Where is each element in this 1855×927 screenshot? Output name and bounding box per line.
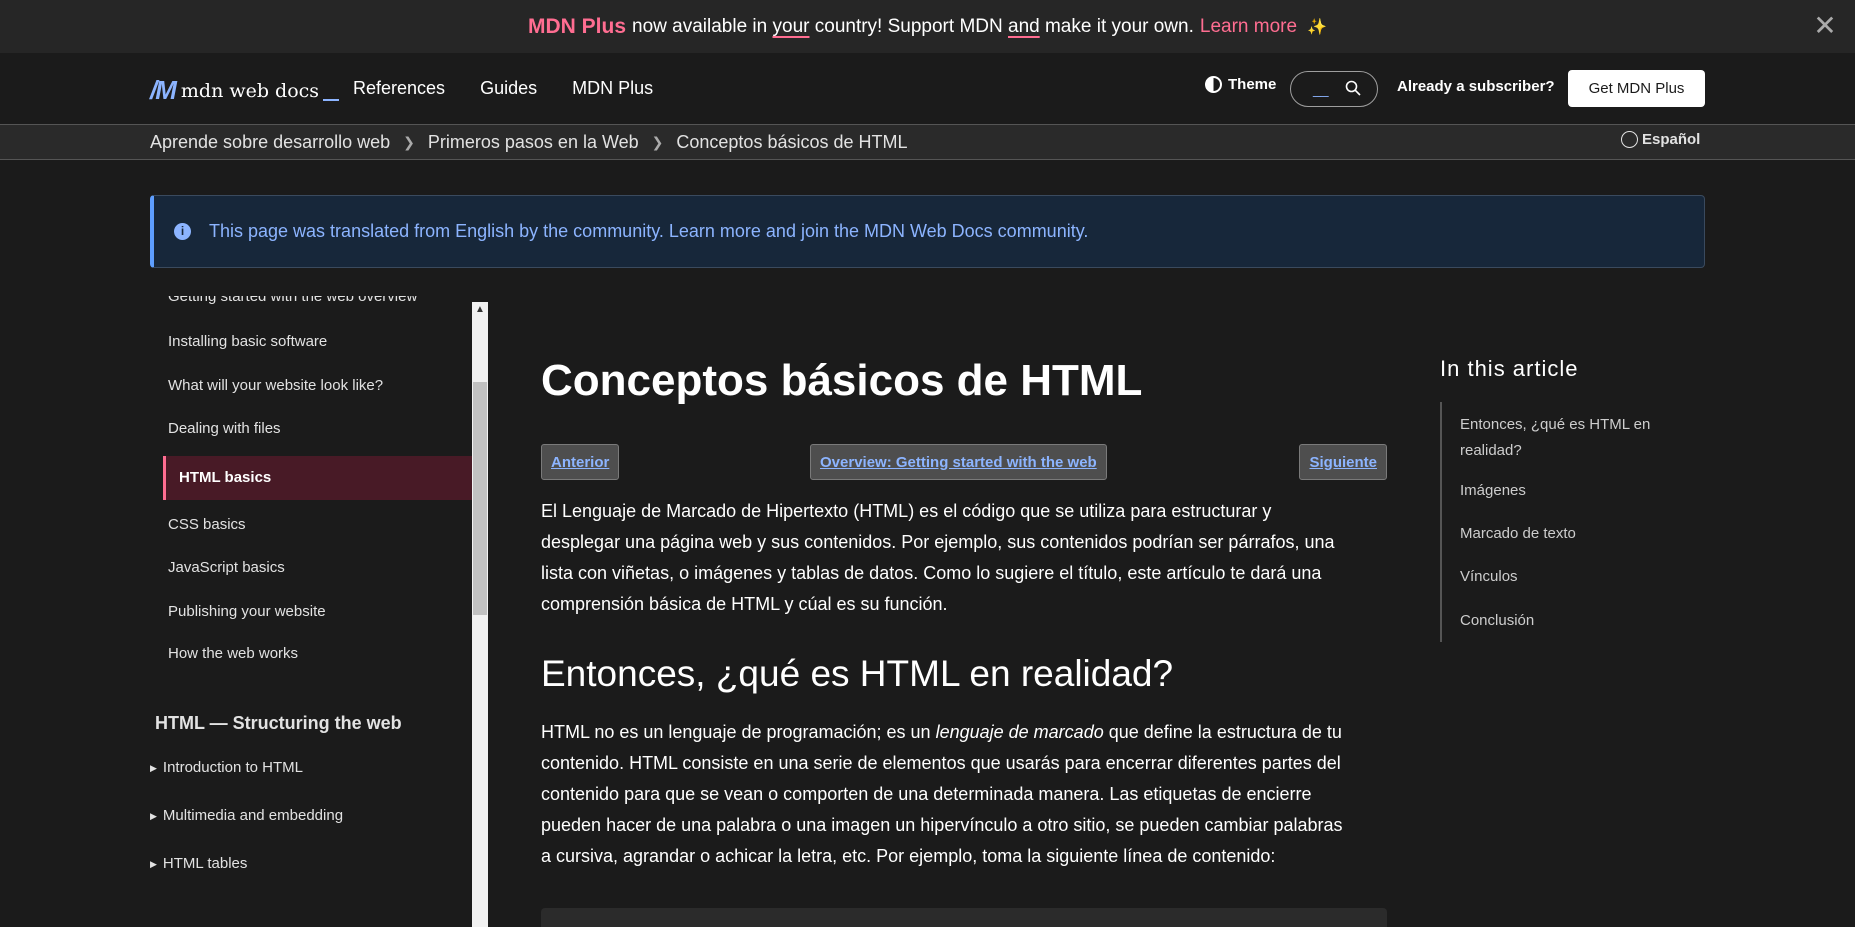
breadcrumb-item-current[interactable]: Conceptos básicos de HTML xyxy=(676,132,907,153)
sidebar-item[interactable]: CSS basics xyxy=(168,516,246,533)
overview-button[interactable]: Overview: Getting started with the web xyxy=(810,444,1107,480)
sidebar-expandable-item[interactable]: ▶ Multimedia and embedding xyxy=(150,807,343,824)
info-icon: i xyxy=(174,223,191,240)
sidebar-expandable-item[interactable]: ▶ Introduction to HTML xyxy=(150,759,303,776)
get-mdn-plus-button[interactable]: Get MDN Plus xyxy=(1568,70,1705,107)
chevron-right-icon: ❯ xyxy=(403,133,415,150)
sidebar-expandable-label: HTML tables xyxy=(162,855,248,872)
chevron-right-icon: ❯ xyxy=(651,133,664,150)
toc-item[interactable]: Conclusión xyxy=(1460,608,1690,634)
text-line: comprensión básica de HTML y cúal es su … xyxy=(541,594,948,614)
toc-item[interactable]: Vínculos xyxy=(1460,564,1690,590)
nav-guides[interactable]: Guides xyxy=(480,78,537,99)
banner-text-a: now available in xyxy=(632,15,768,37)
text-line: pueden hacer de una palabra o una imagen… xyxy=(541,815,1343,835)
sidebar-item-active-label: HTML basics xyxy=(179,469,272,486)
text-line: El Lenguaje de Marcado de Hipertexto (HT… xyxy=(541,501,1272,521)
text-line: contenido para que se vean o comporten d… xyxy=(541,784,1312,804)
banner-text-and: and xyxy=(1008,15,1040,37)
language-switcher[interactable]: Español xyxy=(1621,131,1700,148)
text-line: contenido. HTML consiste en una serie de… xyxy=(541,753,1341,773)
breadcrumb-item[interactable]: Primeros pasos en la Web xyxy=(428,132,639,153)
scroll-up-arrow-icon[interactable]: ▲ xyxy=(472,302,488,318)
sidebar-item[interactable]: JavaScript basics xyxy=(168,559,285,576)
main-nav: References Guides MDN Plus xyxy=(353,53,653,124)
banner-text-b: country! Support MDN xyxy=(814,15,1003,37)
sidebar-item-active[interactable]: HTML basics xyxy=(163,456,472,500)
mdn-logo[interactable]: /M mdn web docs xyxy=(150,75,340,106)
sidebar-scroll-thumb[interactable] xyxy=(473,382,487,615)
banner-text-your: your xyxy=(772,15,810,37)
page-title: Conceptos básicos de HTML xyxy=(541,356,1143,405)
sidebar-item[interactable]: What will your website look like? xyxy=(168,377,383,394)
emphasis-text: lenguaje de marcado xyxy=(935,722,1104,742)
table-of-contents: In this article Entonces, ¿qué es HTML e… xyxy=(1440,356,1710,642)
text-line: desplegar una página web y sus contenido… xyxy=(541,532,1335,552)
sidebar-scrollbar[interactable]: ▲ xyxy=(472,302,488,927)
theme-label: Theme xyxy=(1228,76,1277,93)
close-banner-button[interactable]: ✕ xyxy=(1811,12,1839,40)
breadcrumb-item[interactable]: Aprende sobre desarrollo web xyxy=(150,132,390,153)
toc-item[interactable]: Marcado de texto xyxy=(1460,521,1690,547)
text-span: HTML no es un lenguaje de programación; … xyxy=(541,722,931,742)
translation-notice: i This page was translated from English … xyxy=(150,195,1705,268)
toc-item[interactable]: Entonces, ¿qué es HTML en realidad? xyxy=(1460,412,1690,464)
breadcrumb: Aprende sobre desarrollo web ❯ Primeros … xyxy=(150,125,908,159)
theme-button[interactable]: Theme xyxy=(1205,76,1276,93)
sidebar-expandable-label: Introduction to HTML xyxy=(162,759,303,776)
nav-mdn-plus[interactable]: MDN Plus xyxy=(572,78,653,99)
logo-text: mdn web docs xyxy=(180,79,320,102)
text-line: lista con viñetas, o imágenes y tablas d… xyxy=(541,563,1322,583)
code-example-box xyxy=(541,908,1387,927)
text-line: a cursiva, agrandar o achicar la letra, … xyxy=(541,846,1276,866)
logo-cursor xyxy=(323,98,340,101)
next-button[interactable]: Siguiente xyxy=(1299,444,1387,480)
banner-text-c: make it your own. xyxy=(1044,15,1194,37)
text-line: HTML no es un lenguaje de programación; … xyxy=(541,717,1387,748)
sidebar: Getting started with the web overview In… xyxy=(150,296,488,927)
globe-icon xyxy=(1621,131,1638,148)
toc-title: In this article xyxy=(1440,356,1579,381)
sidebar-item[interactable]: Getting started with the web overview xyxy=(168,296,417,305)
previous-button[interactable]: Anterior xyxy=(541,444,620,480)
language-label: Español xyxy=(1642,131,1701,148)
sidebar-expandable-item[interactable]: ▶ HTML tables xyxy=(150,855,247,872)
sparkle-icon: ✨ xyxy=(1307,18,1327,36)
search-icon xyxy=(1345,80,1361,96)
toc-item[interactable]: Imágenes xyxy=(1460,478,1690,504)
triangle-right-icon: ▶ xyxy=(150,762,157,773)
triangle-right-icon: ▶ xyxy=(150,810,157,821)
sidebar-section-heading: HTML — Structuring the web xyxy=(155,713,402,733)
search-button[interactable]: __ xyxy=(1290,71,1378,107)
sidebar-expandable-label: Multimedia and embedding xyxy=(162,807,344,824)
section-heading: Entonces, ¿qué es HTML en realidad? xyxy=(541,653,1174,694)
sidebar-item[interactable]: How the web works xyxy=(168,645,298,662)
sidebar-item[interactable]: Installing basic software xyxy=(168,333,327,350)
search-cursor: __ xyxy=(1313,81,1329,97)
banner-learn-more-link[interactable]: Learn more xyxy=(1200,16,1297,38)
banner-brand: MDN Plus xyxy=(528,14,627,38)
body-paragraph: HTML no es un lenguaje de programación; … xyxy=(541,717,1387,872)
nav-references[interactable]: References xyxy=(353,78,445,99)
translation-notice-text[interactable]: This page was translated from English by… xyxy=(209,221,1088,242)
intro-paragraph: El Lenguaje de Marcado de Hipertexto (HT… xyxy=(541,496,1387,620)
breadcrumb-bar: Aprende sobre desarrollo web ❯ Primeros … xyxy=(0,124,1855,160)
theme-icon xyxy=(1205,76,1222,93)
toc-list: Entonces, ¿qué es HTML en realidad? Imág… xyxy=(1440,402,1700,642)
mdn-plus-banner: MDN Plus now available in your country! … xyxy=(0,0,1855,53)
triangle-right-icon: ▶ xyxy=(150,858,157,869)
mdn-logo-icon: /M xyxy=(150,75,177,105)
sidebar-item[interactable]: Publishing your website xyxy=(168,603,326,620)
sidebar-item[interactable]: Dealing with files xyxy=(168,420,281,437)
text-span: que define la estructura de tu xyxy=(1108,722,1342,742)
site-header: /M mdn web docs References Guides MDN Pl… xyxy=(0,53,1855,124)
already-subscriber-link[interactable]: Already a subscriber? xyxy=(1397,78,1555,95)
